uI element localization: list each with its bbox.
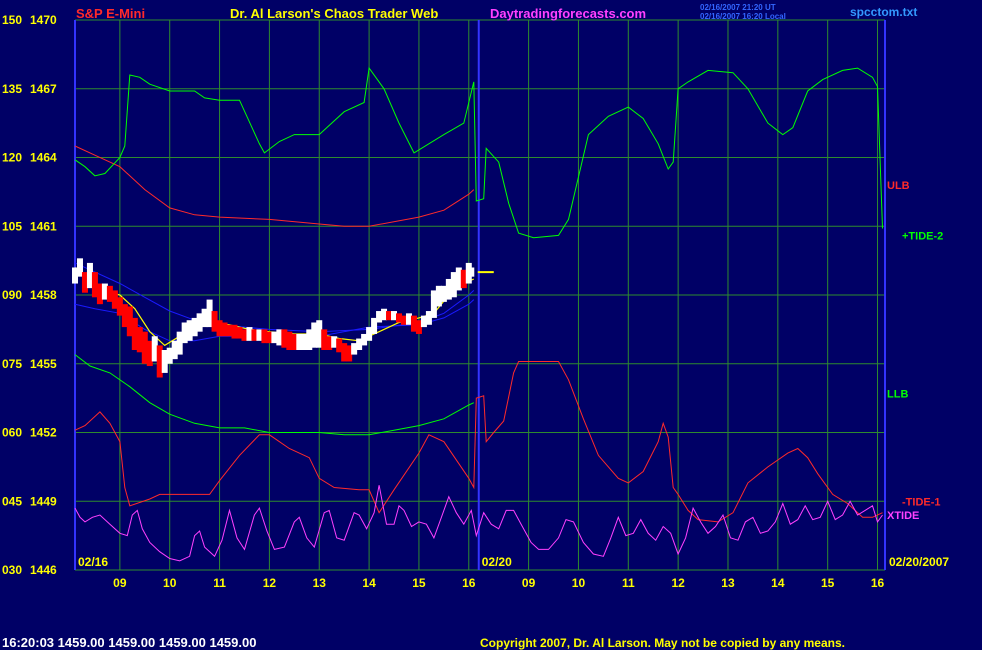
y-tick-label-right: 1461	[30, 219, 57, 233]
timestamp-local: 02/16/2007 16:20 Local	[700, 12, 786, 21]
right-series-label: ULB	[887, 180, 910, 192]
y-tick-label-right: 1464	[30, 151, 57, 165]
session-date-label: 02/20/2007	[889, 555, 949, 569]
x-tick-label: 14	[771, 576, 785, 590]
x-tick-label: 14	[362, 576, 376, 590]
y-tick-label-right: 1449	[30, 494, 57, 508]
y-tick-label-right: 1470	[30, 13, 57, 27]
right-series-label: LLB	[887, 389, 908, 401]
y-tick-label-right: 1458	[30, 288, 57, 302]
x-tick-label: 13	[313, 576, 327, 590]
right-series-label: XTIDE	[887, 510, 919, 522]
x-tick-label: 09	[522, 576, 536, 590]
y-tick-label-left: 060	[2, 426, 22, 440]
y-tick-label-left: 120	[2, 151, 22, 165]
series-line-llb	[74, 354, 475, 436]
right-series-label: +TIDE-2	[902, 230, 943, 242]
x-tick-label: 11	[213, 576, 226, 590]
y-tick-label-left: 030	[2, 563, 22, 577]
right-series-label: -TIDE-1	[902, 496, 941, 508]
data-file-label: spcctom.txt	[850, 5, 917, 19]
y-tick-label-left: 135	[2, 82, 22, 96]
session-date-label: 02/20	[482, 555, 512, 569]
x-tick-label: 10	[572, 576, 586, 590]
chart-title: Dr. Al Larson's Chaos Trader Web	[230, 6, 438, 21]
x-tick-label: 15	[412, 576, 426, 590]
y-tick-label-left: 075	[2, 357, 22, 371]
session-date-label: 02/16	[78, 555, 108, 569]
price-bar	[468, 267, 475, 277]
y-tick-label-left: 045	[2, 494, 22, 508]
y-tick-label-left: 150	[2, 13, 22, 27]
x-tick-label: 12	[263, 576, 277, 590]
chaos-chart: 150 1470 135 1467 120 1464 105 1461 090 1458 075 14…	[2, 3, 949, 650]
x-tick-label: 11	[622, 576, 635, 590]
copyright-line: Copyright 2007, Dr. Al Larson. May not b…	[480, 636, 845, 650]
quote-line: 16:20:03 1459.00 1459.00 1459.00 1459.00	[2, 635, 256, 650]
x-tick-label: 16	[462, 576, 476, 590]
series-line-ulb	[74, 145, 475, 227]
timestamp-ut: 02/16/2007 21:20 UT	[700, 3, 776, 12]
y-tick-label-right: 1452	[30, 426, 57, 440]
x-tick-label: 16	[871, 576, 885, 590]
site-label: Daytradingforecasts.com	[490, 6, 646, 21]
x-tick-label: 09	[113, 576, 127, 590]
x-tick-label: 15	[821, 576, 835, 590]
y-tick-label-right: 1467	[30, 82, 57, 96]
x-tick-label: 10	[163, 576, 177, 590]
y-tick-label-left: 105	[2, 219, 22, 233]
y-tick-label-right: 1446	[30, 563, 57, 577]
y-tick-label-right: 1455	[30, 357, 57, 371]
x-tick-label: 12	[671, 576, 685, 590]
x-tick-label: 13	[721, 576, 735, 590]
y-tick-label-left: 090	[2, 288, 22, 302]
symbol-label: S&P E-Mini	[76, 6, 145, 21]
